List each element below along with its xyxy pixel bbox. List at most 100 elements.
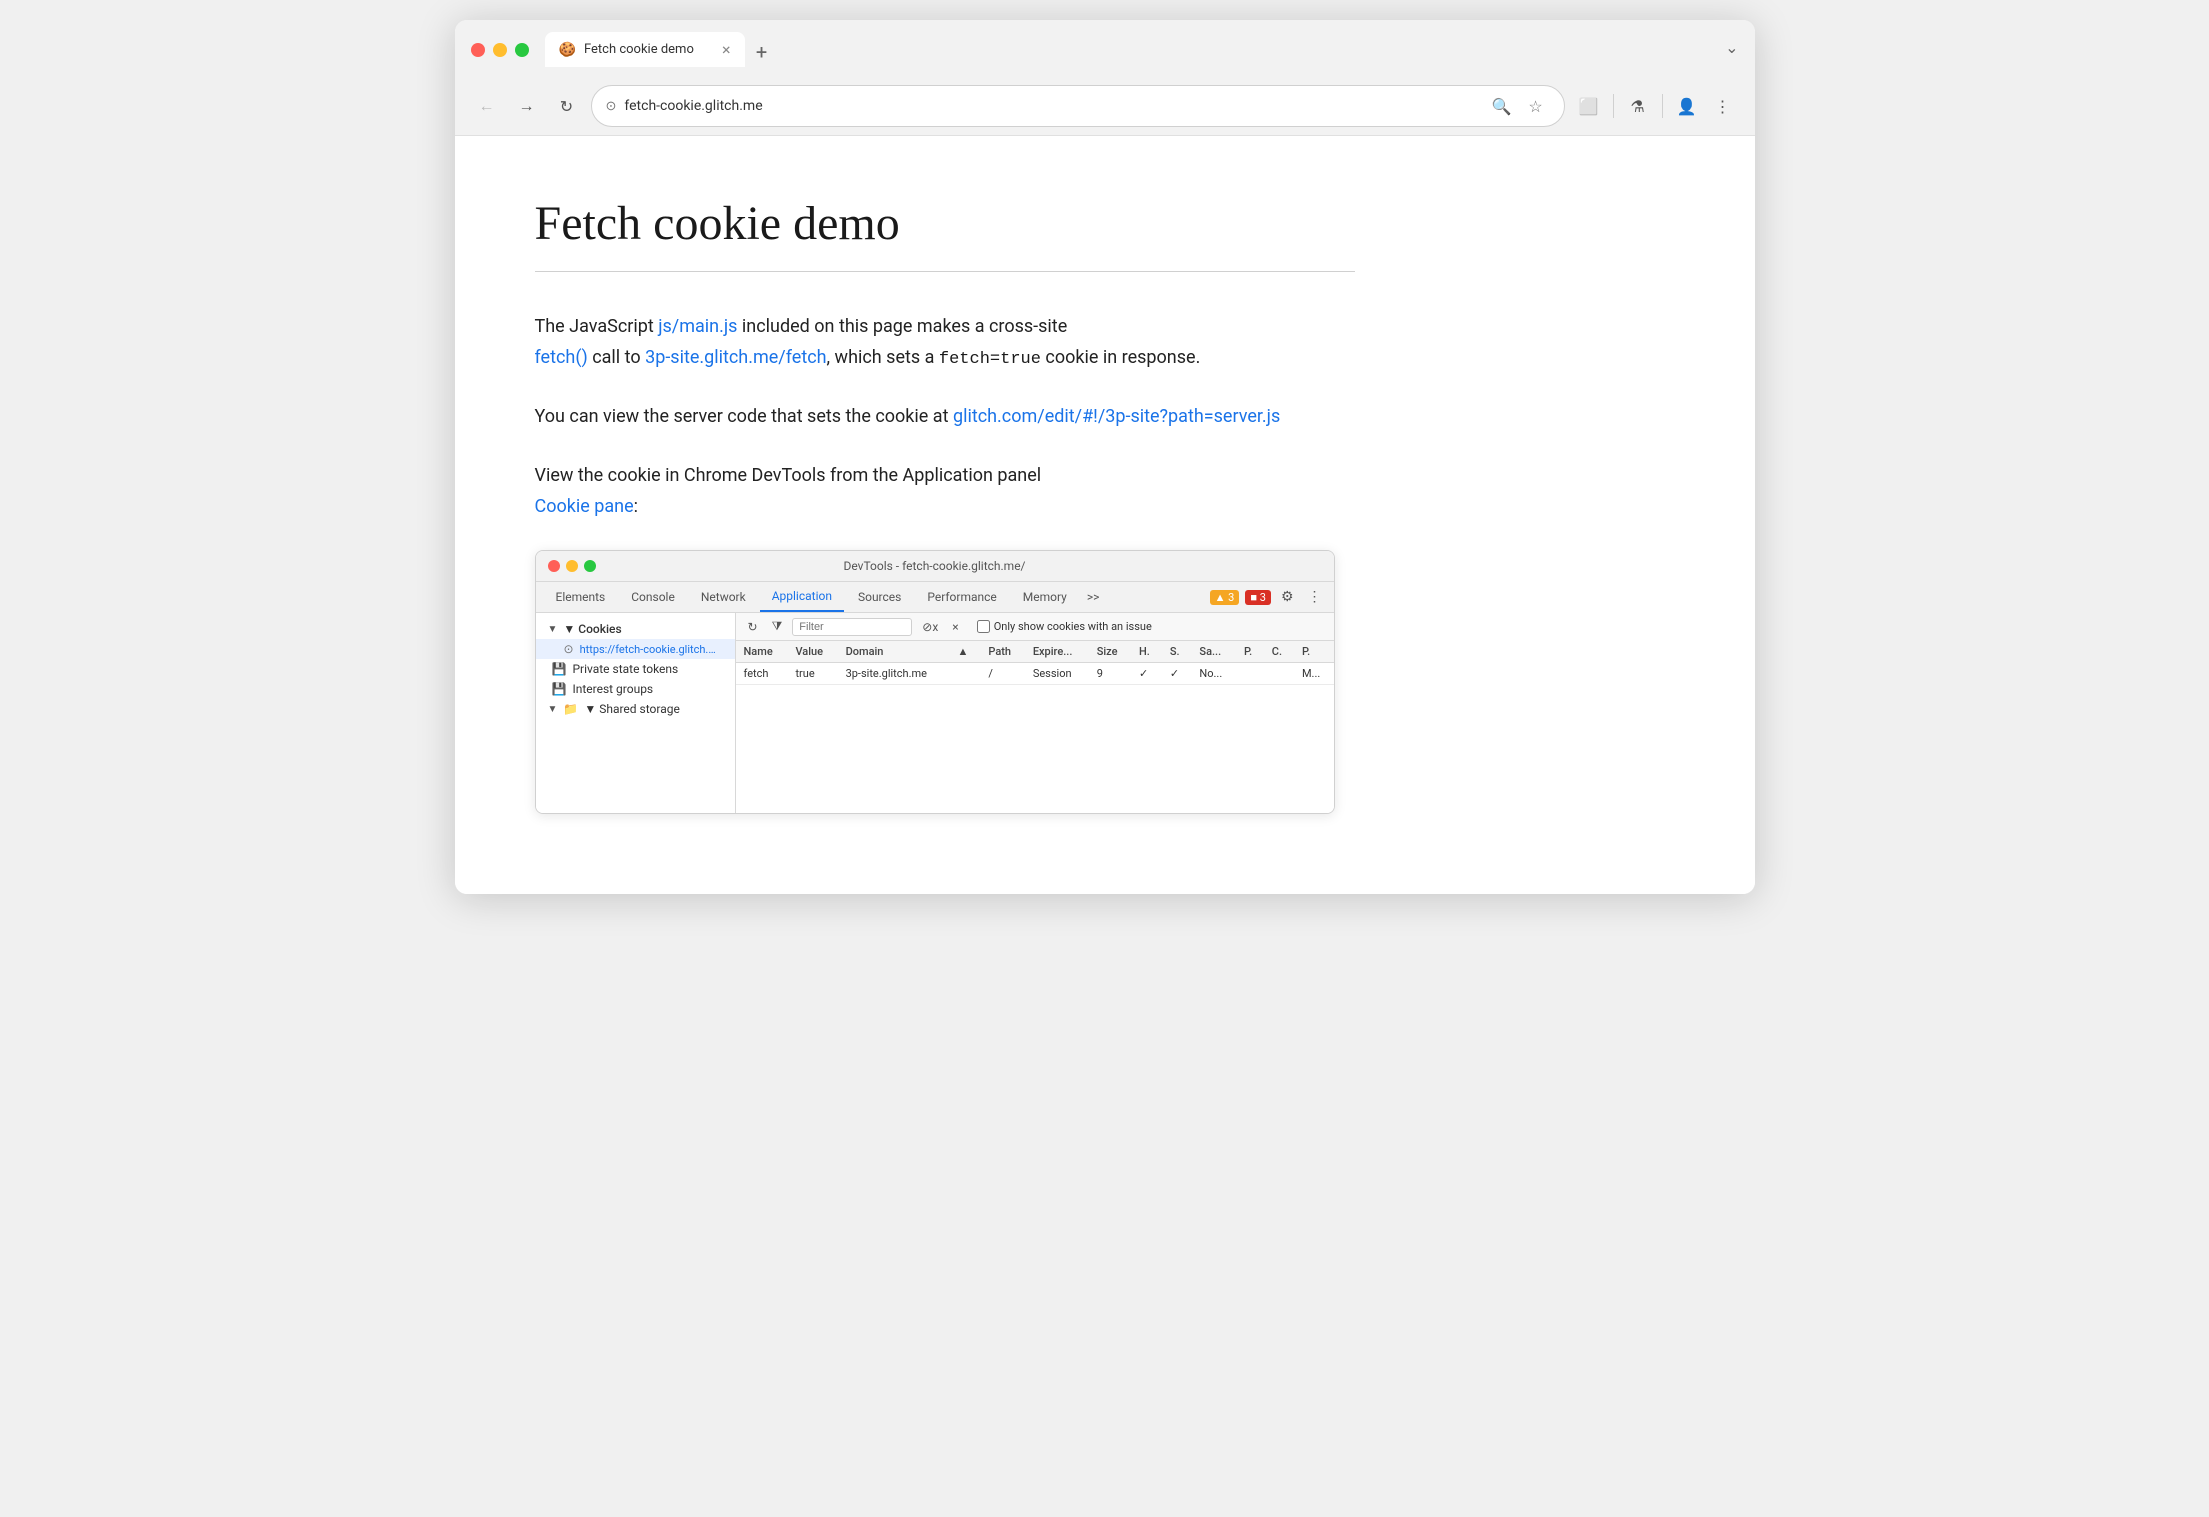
menu-icon: ⋮ xyxy=(1715,97,1731,116)
paragraph-1: The JavaScript js/main.js included on th… xyxy=(535,312,1355,374)
forward-arrow-icon: → xyxy=(519,96,535,116)
devtools-error-badge: ■ 3 xyxy=(1245,590,1271,605)
cookie-p2: M... xyxy=(1294,663,1334,685)
cookies-arrow-icon: ▼ xyxy=(548,624,558,635)
page-content: Fetch cookie demo The JavaScript js/main… xyxy=(455,136,1755,894)
devtools-sidebar-private-state[interactable]: 💾 Private state tokens xyxy=(536,659,735,679)
table-header-expires: Expire... xyxy=(1025,641,1089,663)
devtools-main-panel: ↻ ⧩ ⊘x × Only show cookies with an issue xyxy=(736,613,1334,813)
bookmark-icon[interactable]: ☆ xyxy=(1522,92,1550,120)
shared-storage-arrow-icon: ▼ xyxy=(548,704,558,715)
table-header-s: S. xyxy=(1162,641,1192,663)
table-header-path: Path xyxy=(980,641,1024,663)
address-bar[interactable]: ⊙ fetch-cookie.glitch.me 🔍 ☆ xyxy=(591,85,1565,127)
devtools-sidebar-cookies[interactable]: ▼ ▼ Cookies xyxy=(536,619,735,639)
fetch-after: , which sets a xyxy=(827,347,939,368)
tab-list-chevron-icon[interactable]: ⌄ xyxy=(1725,38,1738,57)
nav-divider xyxy=(1613,94,1614,118)
cookie-size: 9 xyxy=(1089,663,1131,685)
fetch-link[interactable]: fetch() xyxy=(535,347,588,368)
cookie-domain-sort xyxy=(949,663,980,685)
private-state-label: Private state tokens xyxy=(572,662,678,676)
devtools-sidebar: ▼ ▼ Cookies ⊙ https://fetch-cookie.glitc… xyxy=(536,613,736,813)
cookie-path: / xyxy=(980,663,1024,685)
devtools-only-issues-label: Only show cookies with an issue xyxy=(994,620,1152,633)
cookie-name: fetch xyxy=(736,663,788,685)
devtools-tabs-bar: Elements Console Network Application Sou… xyxy=(536,582,1334,613)
tab-favicon-icon: 🍪 xyxy=(559,42,576,58)
page-divider xyxy=(535,271,1355,272)
devtools-only-issues-checkbox[interactable] xyxy=(977,620,990,633)
cookie-sa: No... xyxy=(1191,663,1236,685)
reload-icon: ↻ xyxy=(560,97,573,116)
new-tab-button[interactable]: + xyxy=(747,37,777,67)
devtools-titlebar: DevTools - fetch-cookie.glitch.me/ xyxy=(536,551,1334,582)
forward-button[interactable]: → xyxy=(511,90,543,122)
lab-button[interactable]: ⚗ xyxy=(1622,90,1654,122)
devtools-tab-memory[interactable]: Memory xyxy=(1011,583,1079,611)
intro-text-before: The JavaScript xyxy=(535,316,659,337)
devtools-clear-button[interactable]: × xyxy=(948,618,962,636)
address-security-icon: ⊙ xyxy=(606,99,617,114)
devtools-fx-button[interactable]: ⊘x xyxy=(918,618,942,636)
tab-close-button[interactable]: × xyxy=(722,40,731,59)
devtools-tab-elements[interactable]: Elements xyxy=(544,583,618,611)
address-url-text: fetch-cookie.glitch.me xyxy=(624,98,1479,114)
devtools-sidebar-shared-storage[interactable]: ▼ 📁 ▼ Shared storage xyxy=(536,699,735,719)
shared-storage-icon: 📁 xyxy=(563,702,578,716)
devtools-tab-network[interactable]: Network xyxy=(689,583,758,611)
reload-button[interactable]: ↻ xyxy=(551,90,583,122)
profile-button[interactable]: 👤 xyxy=(1671,90,1703,122)
back-button[interactable]: ← xyxy=(471,90,503,122)
devtools-settings-icon[interactable]: ⚙ xyxy=(1277,585,1298,609)
menu-button[interactable]: ⋮ xyxy=(1707,90,1739,122)
table-header-h: H. xyxy=(1131,641,1162,663)
server-link[interactable]: glitch.com/edit/#!/3p-site?path=server.j… xyxy=(953,406,1280,427)
search-icon[interactable]: 🔍 xyxy=(1488,92,1516,120)
maximize-window-button[interactable] xyxy=(515,43,529,57)
table-header-p: P. xyxy=(1236,641,1264,663)
devtools-filter-input[interactable] xyxy=(792,618,912,636)
site-link[interactable]: 3p-site.glitch.me/fetch xyxy=(645,347,826,368)
back-arrow-icon: ← xyxy=(479,96,495,116)
devtools-tab-performance[interactable]: Performance xyxy=(915,583,1008,611)
interest-groups-icon: 💾 xyxy=(552,682,567,696)
page-title: Fetch cookie demo xyxy=(535,196,1355,251)
cookie-pane-link[interactable]: Cookie pane xyxy=(535,496,634,517)
devtools-tab-sources[interactable]: Sources xyxy=(846,583,913,611)
cookie-value: true xyxy=(787,663,837,685)
devtools-warning-badge: ▲ 3 xyxy=(1210,590,1240,605)
cookies-url-icon: ⊙ xyxy=(564,642,574,656)
devtools-tab-application[interactable]: Application xyxy=(760,582,844,612)
table-header-domain: Domain xyxy=(838,641,950,663)
devtools-refresh-button[interactable]: ↻ xyxy=(744,618,762,636)
cookie-p xyxy=(1236,663,1264,685)
devtools-sidebar-interest-groups[interactable]: 💾 Interest groups xyxy=(536,679,735,699)
cookies-label: ▼ Cookies xyxy=(563,622,621,636)
devtools-tab-more[interactable]: >> xyxy=(1081,583,1106,611)
js-main-link[interactable]: js/main.js xyxy=(658,316,737,337)
devtools-tab-console[interactable]: Console xyxy=(619,583,687,611)
cookie-h: ✓ xyxy=(1131,663,1162,685)
minimize-window-button[interactable] xyxy=(493,43,507,57)
table-header-size: Size xyxy=(1089,641,1131,663)
extensions-button[interactable]: ⬜ xyxy=(1573,90,1605,122)
devtools-sidebar-cookies-url[interactable]: ⊙ https://fetch-cookie.glitch.me xyxy=(536,639,735,659)
private-state-icon: 💾 xyxy=(552,662,567,676)
fetch-end: cookie in response. xyxy=(1041,347,1200,368)
cookie-c xyxy=(1264,663,1294,685)
table-row[interactable]: fetch true 3p-site.glitch.me / Session 9… xyxy=(736,663,1334,685)
window-controls xyxy=(471,43,529,57)
devtools-more-icon[interactable]: ⋮ xyxy=(1304,585,1326,609)
close-window-button[interactable] xyxy=(471,43,485,57)
table-header-c: C. xyxy=(1264,641,1294,663)
cookie-pane-end: : xyxy=(634,496,638,517)
table-header-sa: Sa... xyxy=(1191,641,1236,663)
fetch-code: fetch=true xyxy=(939,350,1041,369)
active-tab[interactable]: 🍪 Fetch cookie demo × xyxy=(545,32,745,67)
tab-title-label: Fetch cookie demo xyxy=(584,42,714,57)
paragraph-3: View the cookie in Chrome DevTools from … xyxy=(535,461,1355,522)
devtools-title: DevTools - fetch-cookie.glitch.me/ xyxy=(843,559,1025,573)
shared-storage-label: ▼ Shared storage xyxy=(584,702,679,716)
lab-icon: ⚗ xyxy=(1630,97,1644,116)
